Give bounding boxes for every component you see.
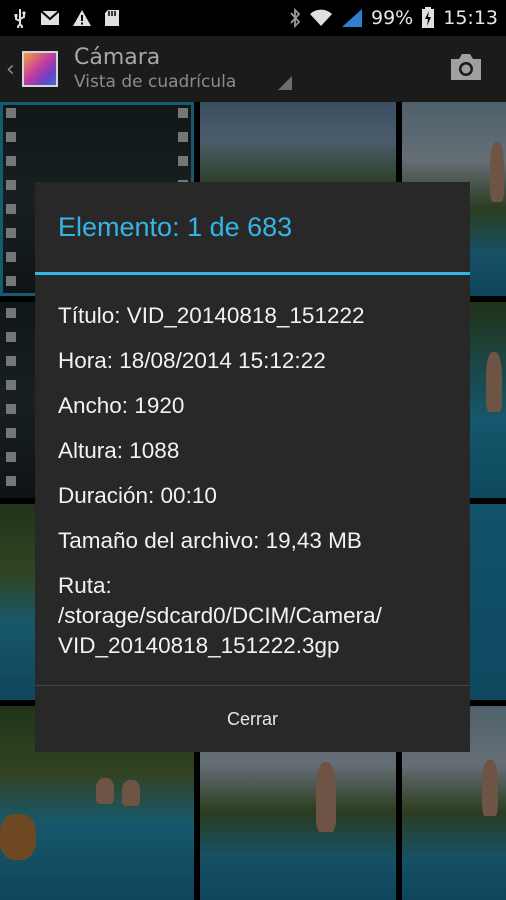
usb-icon — [12, 8, 28, 28]
detail-path-filename: VID_20140818_151222.3gp — [58, 633, 340, 658]
signal-icon — [341, 8, 363, 28]
chevron-left-icon[interactable]: ‹ — [6, 57, 18, 82]
detail-file-size: Tamaño del archivo: 19,43 MB — [58, 528, 362, 553]
warning-icon — [72, 9, 92, 27]
dialog-title: Elemento: 1 de 683 — [58, 211, 293, 242]
detail-title: Título: VID_20140818_151222 — [58, 303, 365, 328]
camera-icon[interactable] — [448, 52, 484, 86]
battery-percent: 99% — [371, 7, 414, 29]
detail-duration: Duración: 00:10 — [58, 483, 217, 508]
view-spinner[interactable]: Cámara Vista de cuadrícula — [74, 45, 236, 93]
clock: 15:13 — [443, 7, 498, 29]
wifi-icon — [309, 9, 333, 27]
bluetooth-icon — [289, 8, 301, 28]
app-title: Cámara — [74, 45, 161, 70]
sd-card-icon — [104, 9, 120, 27]
view-mode-label: Vista de cuadrícula — [74, 72, 237, 92]
detail-path-line: /storage/sdcard0/DCIM/Camera/ — [58, 603, 382, 628]
detail-width: Ancho: 1920 — [58, 393, 185, 418]
details-dialog: Elemento: 1 de 683 Título: VID_20140818_… — [35, 182, 470, 752]
gallery-app-icon[interactable] — [22, 51, 58, 87]
detail-height: Altura: 1088 — [58, 438, 180, 463]
gmail-icon — [40, 10, 60, 26]
action-bar: ‹ Cámara Vista de cuadrícula — [0, 36, 506, 102]
status-bar: 99% 15:13 — [0, 0, 506, 36]
detail-time: Hora: 18/08/2014 15:12:22 — [58, 348, 326, 373]
spinner-arrow-icon — [278, 76, 292, 90]
detail-path-label: Ruta: — [58, 573, 112, 598]
close-button[interactable]: Cerrar — [35, 686, 470, 752]
battery-charging-icon — [421, 7, 435, 29]
details-list: Título: VID_20140818_151222 Hora: 18/08/… — [35, 275, 470, 661]
